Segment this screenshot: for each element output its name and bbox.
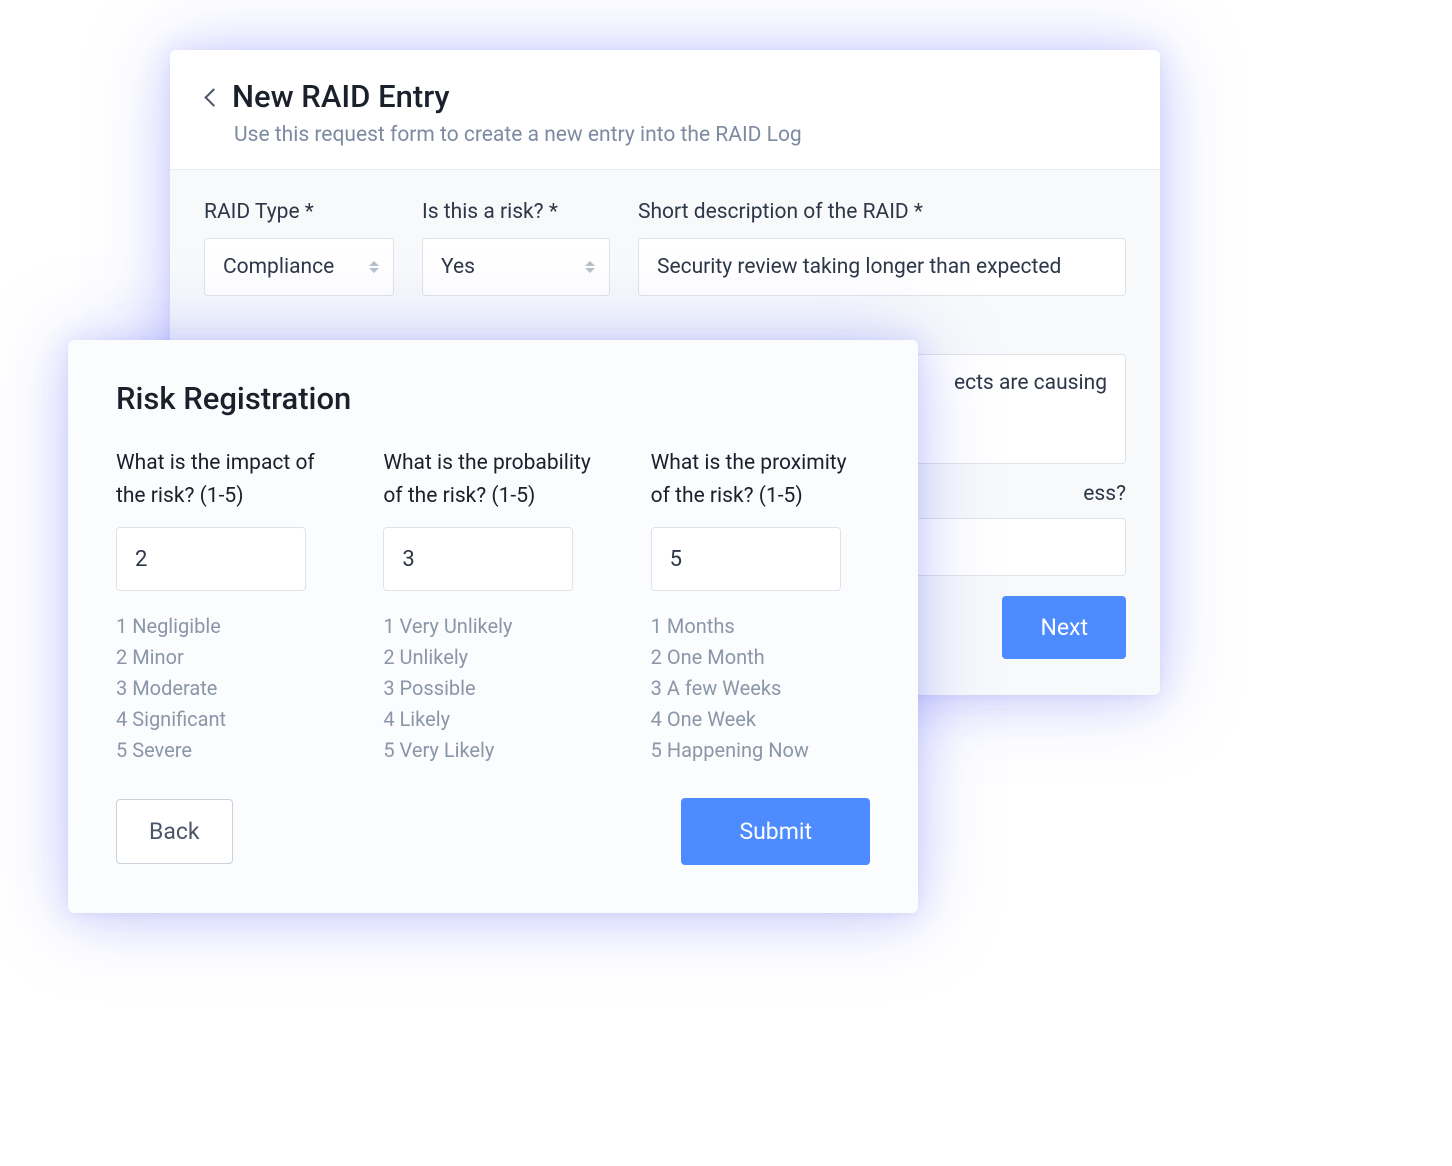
probability-question: What is the probability of the risk? (1-… [383, 447, 602, 517]
progress-input[interactable] [906, 518, 1126, 576]
scale-item: 5 Severe [116, 735, 335, 766]
short-desc-field: Short description of the RAID * [638, 200, 1126, 296]
impact-question: What is the impact of the risk? (1-5) [116, 447, 335, 517]
raid-type-label: RAID Type * [204, 200, 394, 224]
progress-label-partial: ess? [1083, 482, 1126, 506]
is-risk-label: Is this a risk? * [422, 200, 610, 224]
scale-item: 2 Unlikely [383, 642, 602, 673]
scale-item: 3 Possible [383, 673, 602, 704]
impact-scale: 1 Negligible 2 Minor 3 Moderate 4 Signif… [116, 611, 335, 766]
raid-type-select[interactable]: Compliance [204, 238, 394, 296]
page-title: New RAID Entry [232, 78, 450, 115]
submit-button[interactable]: Submit [681, 798, 870, 865]
probability-column: What is the probability of the risk? (1-… [383, 447, 602, 766]
short-desc-label: Short description of the RAID * [638, 200, 1126, 224]
back-button[interactable]: Back [116, 799, 233, 864]
scale-item: 3 A few Weeks [651, 673, 870, 704]
proximity-question: What is the proximity of the risk? (1-5) [651, 447, 870, 517]
proximity-scale: 1 Months 2 One Month 3 A few Weeks 4 One… [651, 611, 870, 766]
scale-item: 5 Very Likely [383, 735, 602, 766]
scale-item: 1 Months [651, 611, 870, 642]
proximity-column: What is the proximity of the risk? (1-5)… [651, 447, 870, 766]
short-desc-input[interactable] [638, 238, 1126, 296]
scale-item: 5 Happening Now [651, 735, 870, 766]
page-subtitle: Use this request form to create a new en… [234, 123, 1126, 147]
risk-registration-card: Risk Registration What is the impact of … [68, 340, 918, 913]
scale-item: 1 Negligible [116, 611, 335, 642]
impact-input[interactable] [116, 527, 306, 591]
is-risk-select[interactable]: Yes [422, 238, 610, 296]
back-icon[interactable] [204, 86, 218, 108]
scale-item: 2 One Month [651, 642, 870, 673]
raid-type-value: Compliance [223, 255, 334, 279]
select-arrows-icon [369, 261, 379, 273]
risk-title: Risk Registration [116, 380, 870, 417]
probability-scale: 1 Very Unlikely 2 Unlikely 3 Possible 4 … [383, 611, 602, 766]
raid-type-field: RAID Type * Compliance [204, 200, 394, 296]
impact-column: What is the impact of the risk? (1-5) 1 … [116, 447, 335, 766]
is-risk-value: Yes [441, 255, 475, 279]
scale-item: 4 One Week [651, 704, 870, 735]
scale-item: 3 Moderate [116, 673, 335, 704]
scale-item: 1 Very Unlikely [383, 611, 602, 642]
scale-item: 4 Likely [383, 704, 602, 735]
raid-header: New RAID Entry Use this request form to … [170, 50, 1160, 170]
next-button[interactable]: Next [1002, 596, 1126, 659]
scale-item: 4 Significant [116, 704, 335, 735]
probability-input[interactable] [383, 527, 573, 591]
select-arrows-icon [585, 261, 595, 273]
is-risk-field: Is this a risk? * Yes [422, 200, 610, 296]
scale-item: 2 Minor [116, 642, 335, 673]
proximity-input[interactable] [651, 527, 841, 591]
detail-value-partial: ects are causing [954, 371, 1107, 395]
